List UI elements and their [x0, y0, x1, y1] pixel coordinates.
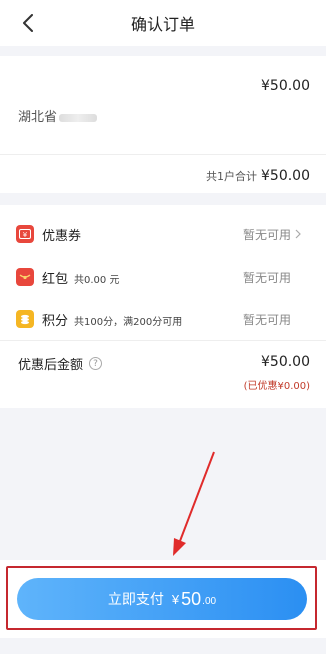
- pay-now-label: 立即支付: [107, 591, 164, 607]
- redpacket-label: 红包 共0.00 元: [42, 268, 119, 287]
- red-packet-icon: [16, 268, 34, 286]
- pay-amount-dec: .00: [202, 595, 217, 607]
- item-price: ¥50.00: [261, 78, 310, 94]
- divider: [0, 340, 326, 341]
- points-label-text: 积分: [42, 313, 69, 329]
- pay-now-button[interactable]: 立即支付 ¥ 50 .00: [17, 578, 307, 620]
- redpacket-status: 暂无可用: [243, 270, 292, 285]
- back-button[interactable]: [16, 10, 40, 36]
- order-address: 湖北省: [18, 106, 98, 125]
- redpacket-label-text: 红包: [42, 271, 69, 287]
- divider: [0, 154, 326, 155]
- saved-amount: (已优惠¥0.00): [243, 381, 310, 392]
- order-total-label: 共1户合计: [206, 170, 257, 183]
- coupon-status-text: 暂无可用: [243, 227, 292, 242]
- redpacket-balance: 共0.00 元: [74, 274, 120, 286]
- chevron-left-icon: [23, 14, 33, 32]
- final-amount-label-text: 优惠后金额: [18, 358, 84, 373]
- order-total-amount: ¥50.00: [261, 168, 310, 184]
- address-text: 湖北省: [18, 110, 58, 125]
- header-bar: 确认订单: [0, 0, 326, 46]
- final-amount-label: 优惠后金额 ?: [18, 354, 103, 373]
- pay-amount-int: 50: [181, 588, 202, 609]
- help-icon[interactable]: ?: [89, 357, 103, 370]
- final-amount: ¥50.00: [261, 354, 310, 370]
- svg-text:¥: ¥: [23, 231, 28, 239]
- coupon-icon: ¥: [16, 225, 34, 243]
- coupon-label: 优惠券: [42, 228, 82, 244]
- redpacket-row: 红包 共0.00 元 暂无可用: [0, 257, 326, 297]
- order-summary-card: ¥50.00 湖北省 共1户合计 ¥50.00: [0, 56, 326, 193]
- address-redacted: [59, 113, 98, 122]
- coupon-row[interactable]: ¥ 优惠券 暂无可用: [0, 214, 326, 254]
- coupon-status: 暂无可用: [243, 226, 301, 243]
- confirm-order-page: 确认订单 ¥50.00 湖北省 共1户合计 ¥50.00 ¥ 优惠券 暂无可用: [0, 0, 326, 654]
- points-coin-icon: [16, 310, 34, 328]
- order-total: 共1户合计 ¥50.00: [206, 168, 310, 184]
- points-label: 积分 共100分，满200分可用: [42, 310, 182, 329]
- pay-currency: ¥: [171, 591, 180, 607]
- points-status: 暂无可用: [243, 312, 292, 327]
- discount-card: ¥ 优惠券 暂无可用 红包 共0.00 元 暂无可用 积分 共100分，满200分可…: [0, 205, 326, 408]
- page-title: 确认订单: [130, 15, 195, 34]
- points-info: 共100分，满200分可用: [74, 316, 183, 328]
- points-row: 积分 共100分，满200分可用 暂无可用: [0, 299, 326, 339]
- chevron-right-icon: [295, 229, 301, 239]
